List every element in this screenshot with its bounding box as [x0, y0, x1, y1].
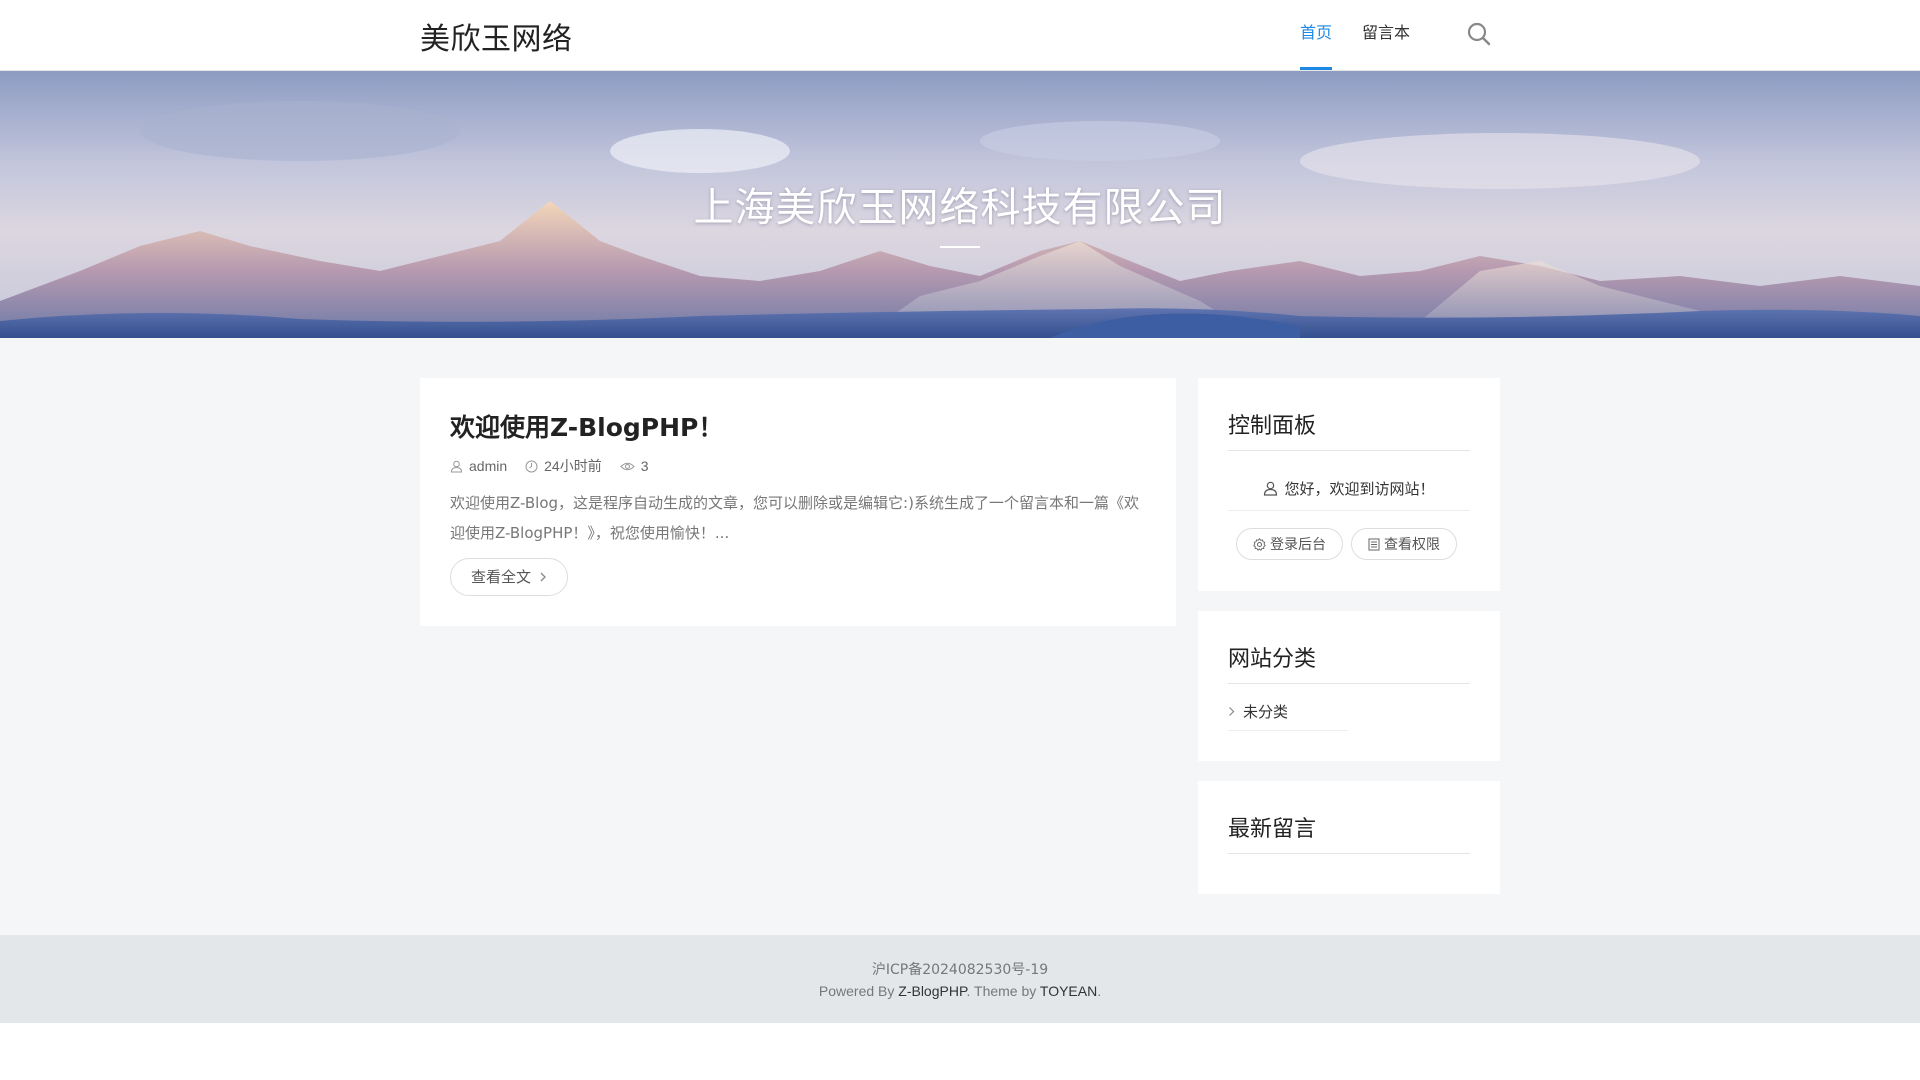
post-time-text: 24小时前: [544, 458, 602, 474]
welcome-text: 您好，欢迎到访网站！: [1284, 480, 1435, 498]
toyean-link[interactable]: TOYEAN: [1040, 983, 1097, 999]
banner-divider: [940, 246, 980, 248]
divider: [1228, 510, 1470, 511]
site-title[interactable]: 美欣玉网络: [420, 14, 573, 58]
login-admin-label: 登录后台: [1270, 537, 1326, 553]
category-item-uncategorized[interactable]: 未分类: [1228, 701, 1348, 731]
user-icon: [450, 460, 463, 472]
site-header: 美欣玉网络 首页 留言本: [0, 0, 1920, 71]
post-excerpt: 欢迎使用Z-Blog，这是程序自动生成的文章，您可以删除或是编辑它:)系统生成了…: [450, 494, 1139, 542]
login-admin-button[interactable]: 登录后台: [1236, 528, 1343, 560]
post-views-count: 3: [640, 458, 649, 474]
widget-title-categories: 网站分类: [1228, 641, 1470, 684]
nav-item-guestbook[interactable]: 留言本: [1362, 0, 1410, 70]
view-permission-button[interactable]: 查看权限: [1351, 528, 1457, 560]
chevron-right-icon: [540, 572, 546, 582]
powered-prefix: Powered By: [818, 983, 899, 999]
post-author-name: admin: [469, 458, 508, 474]
widget-categories: 网站分类 未分类: [1198, 611, 1500, 761]
post-title[interactable]: 欢迎使用Z-BlogPHP！: [450, 408, 723, 444]
post-card: 欢迎使用Z-BlogPHP！ admin 24小时前 3 欢迎使用Z-Blog，…: [420, 378, 1176, 626]
post-author: admin: [450, 456, 507, 476]
view-permission-label: 查看权限: [1384, 537, 1440, 553]
nav-item-home[interactable]: 首页: [1299, 0, 1332, 70]
eye-icon: [620, 462, 635, 470]
main-nav: 首页 留言本: [1270, 0, 1410, 70]
header-inner: 美欣玉网络 首页 留言本: [420, 0, 1500, 70]
category-label: 未分类: [1243, 703, 1289, 721]
read-more-label: 查看全文: [471, 568, 532, 586]
powered-by: Powered By Z-BlogPHP. Theme by TOYEAN.: [0, 983, 1920, 999]
search-icon[interactable]: [1466, 21, 1492, 47]
theme-prefix: . Theme by: [966, 983, 1040, 999]
icp-record[interactable]: 沪ICP备2024082530号-19: [0, 959, 1920, 979]
control-buttons: 登录后台 查看权限: [1236, 528, 1465, 560]
hero-banner: 上海美欣玉网络科技有限公司: [0, 71, 1920, 338]
chevron-right-icon: [1229, 707, 1235, 716]
widget-title-latest-comments: 最新留言: [1228, 811, 1470, 854]
widget-latest-comments: 最新留言: [1198, 781, 1500, 894]
post-time: 24小时前: [525, 456, 602, 476]
post-meta: admin 24小时前 3: [450, 456, 667, 476]
gear-icon: [1253, 537, 1266, 551]
zblogphp-link[interactable]: Z-BlogPHP: [898, 983, 966, 999]
user-icon: [1264, 481, 1278, 496]
widget-title-control-panel: 控制面板: [1228, 408, 1470, 451]
clock-icon: [525, 460, 538, 472]
welcome-message: 您好，欢迎到访网站！: [1228, 478, 1470, 499]
page-bottom-blank: [0, 1023, 1920, 1080]
site-footer: 沪ICP备2024082530号-19 Powered By Z-BlogPHP…: [0, 935, 1920, 1023]
banner-title: 上海美欣玉网络科技有限公司: [693, 185, 1227, 231]
post-views: 3: [620, 456, 649, 476]
footer-suffix: .: [1097, 983, 1102, 999]
read-more-button[interactable]: 查看全文: [450, 558, 569, 596]
document-icon: [1368, 538, 1380, 550]
widget-control-panel: 控制面板 您好，欢迎到访网站！ 登录后台 查看权限: [1198, 378, 1500, 591]
